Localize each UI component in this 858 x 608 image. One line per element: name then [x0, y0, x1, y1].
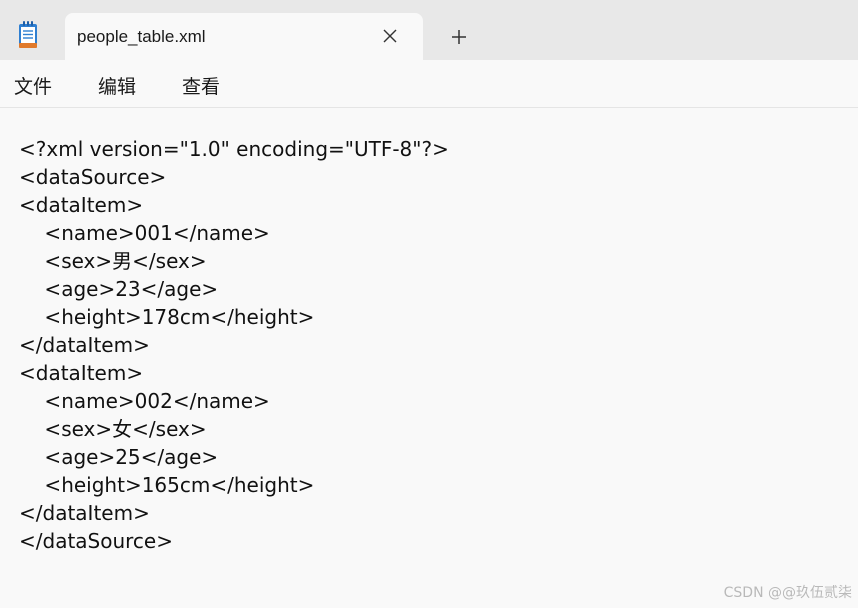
editor-line: <?xml version="1.0" encoding="UTF-8"?> — [19, 137, 449, 161]
editor-line: <height>165cm</height> — [19, 473, 315, 497]
editor-line: <dataItem> — [19, 193, 144, 217]
menu-bar: 文件 编辑 查看 — [0, 60, 858, 108]
editor-line: <sex>男</sex> — [19, 249, 207, 273]
notepad-window: people_table.xml 文件 编辑 查看 <?xml version=… — [0, 0, 858, 608]
editor-line: <name>002</name> — [19, 389, 270, 413]
new-tab-plus-icon[interactable] — [449, 27, 469, 47]
editor-line: </dataItem> — [19, 333, 150, 357]
editor-line: <sex>女</sex> — [19, 417, 207, 441]
tab-people-table[interactable]: people_table.xml — [65, 13, 423, 60]
notepad-app-icon — [19, 21, 37, 48]
editor-line: <height>178cm</height> — [19, 305, 315, 329]
menu-item-view[interactable]: 查看 — [182, 72, 220, 99]
close-icon[interactable] — [380, 26, 400, 46]
editor-line: <dataItem> — [19, 361, 144, 385]
editor-content: <?xml version="1.0" encoding="UTF-8"?> <… — [19, 135, 449, 555]
editor-line: <age>23</age> — [19, 277, 219, 301]
editor-line: <dataSource> — [19, 165, 167, 189]
editor-line: <age>25</age> — [19, 445, 219, 469]
text-editor-area[interactable]: <?xml version="1.0" encoding="UTF-8"?> <… — [0, 108, 858, 608]
title-bar: people_table.xml — [0, 0, 858, 60]
editor-line: </dataItem> — [19, 501, 150, 525]
editor-line: </dataSource> — [19, 529, 173, 553]
menu-item-file[interactable]: 文件 — [14, 72, 52, 99]
watermark: CSDN @@玖伍贰柒 — [723, 585, 852, 601]
tab-title: people_table.xml — [77, 27, 206, 46]
menu-item-edit[interactable]: 编辑 — [98, 72, 136, 99]
editor-line: <name>001</name> — [19, 221, 270, 245]
